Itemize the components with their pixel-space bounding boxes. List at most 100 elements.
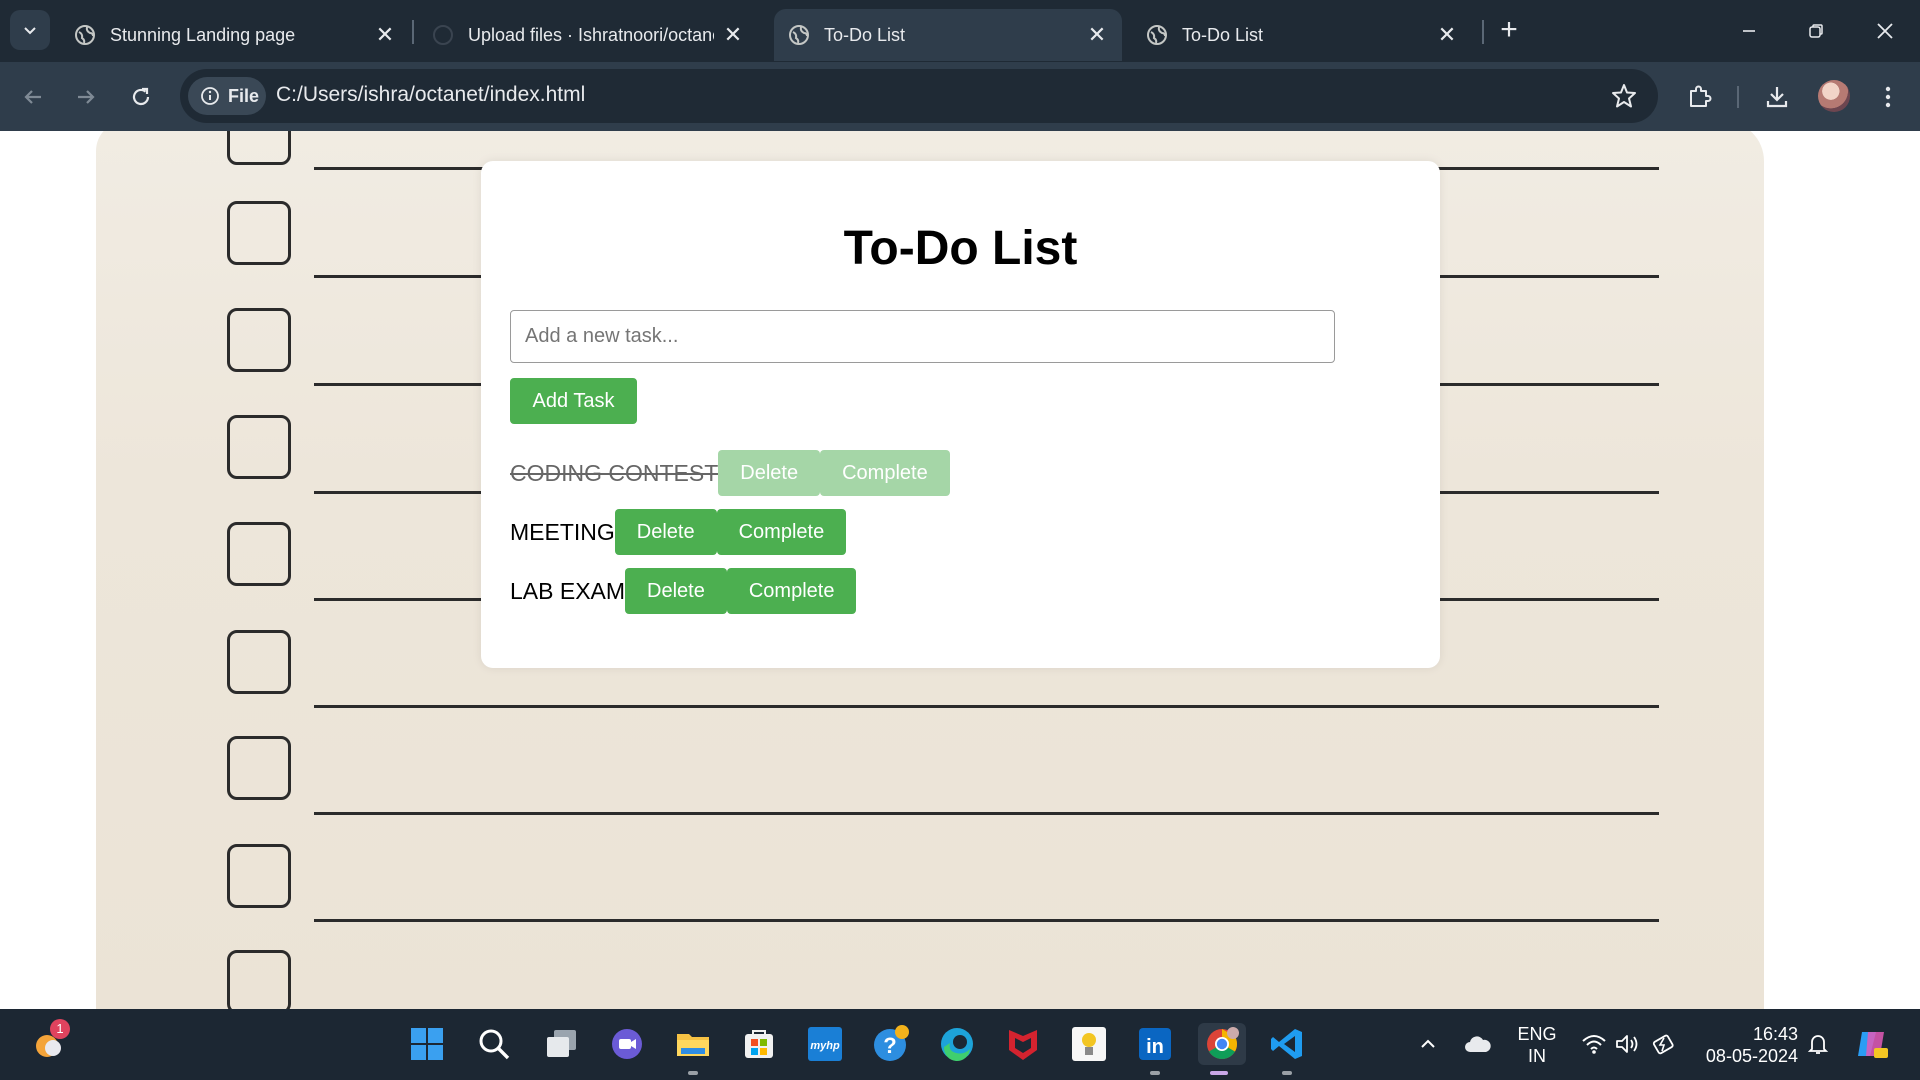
browser-toolbar: File C:/Users/ishra/octanet/index.html [0, 62, 1920, 131]
background-checkbox [227, 201, 291, 265]
notification-bell-icon [1807, 1035, 1829, 1054]
restore-icon [1809, 24, 1823, 38]
task-label: MEETING [510, 518, 615, 545]
tab-todo[interactable]: To-Do List ✕ [1132, 9, 1472, 61]
background-line [314, 705, 1659, 708]
globe-icon [789, 25, 809, 45]
task-item: CODING CONTEST Delete Complete [510, 450, 950, 496]
tab-todo-active[interactable]: To-Do List ✕ [774, 9, 1122, 61]
delete-task-button[interactable]: Delete [718, 450, 821, 496]
background-checkbox [227, 131, 291, 165]
close-tab-icon[interactable]: ✕ [722, 22, 744, 47]
extensions-button[interactable] [1681, 79, 1717, 115]
edge-icon [941, 1028, 973, 1062]
delete-task-button[interactable]: Delete [625, 568, 727, 614]
myhp-button[interactable]: myhp [804, 1023, 846, 1065]
url-text[interactable]: C:/Users/ishra/octanet/index.html [276, 83, 585, 107]
complete-task-button[interactable]: Complete [820, 450, 950, 496]
file-explorer-button[interactable] [672, 1023, 714, 1075]
menu-button[interactable] [1870, 79, 1906, 115]
forward-arrow-icon [78, 90, 95, 104]
site-info-chip[interactable]: File [188, 77, 266, 115]
profile-avatar[interactable] [1818, 80, 1850, 112]
wifi-icon [1582, 1035, 1606, 1054]
puzzle-icon [1690, 85, 1712, 107]
new-tab-button[interactable]: + [1492, 14, 1526, 48]
notifications-button[interactable] [1800, 1023, 1836, 1065]
globe-icon [1147, 25, 1167, 45]
mcafee-shield-icon [1009, 1030, 1037, 1060]
get-help-button[interactable]: ? [870, 1023, 912, 1065]
speaker-icon [1616, 1035, 1638, 1053]
task-view-icon [547, 1030, 576, 1057]
onedrive-button[interactable] [1458, 1023, 1498, 1065]
copilot-button[interactable] [1852, 1023, 1892, 1065]
language-indicator[interactable]: ENG IN [1512, 1023, 1562, 1067]
start-button[interactable] [406, 1023, 448, 1065]
background-line [314, 812, 1659, 815]
add-task-button[interactable]: Add Task [510, 378, 637, 424]
chrome-icon [1207, 1027, 1239, 1060]
cloud-icon [1465, 1036, 1491, 1052]
new-task-input[interactable] [510, 310, 1335, 363]
back-arrow-icon [24, 90, 41, 104]
search-button[interactable] [473, 1023, 515, 1065]
site-chip-label: File [228, 85, 260, 106]
notification-badge: 1 [50, 1019, 70, 1039]
svg-text:in: in [1146, 1036, 1164, 1058]
forward-button[interactable] [68, 79, 104, 115]
close-tab-icon[interactable]: ✕ [374, 22, 396, 47]
downloads-button[interactable] [1759, 79, 1795, 115]
chrome-button[interactable] [1198, 1023, 1246, 1075]
download-icon [1766, 87, 1788, 108]
clock[interactable]: 16:43 08-05-2024 [1694, 1023, 1798, 1067]
background-checkbox [227, 844, 291, 908]
address-bar[interactable]: File C:/Users/ishra/octanet/index.html [180, 69, 1658, 123]
close-window-button[interactable] [1868, 14, 1902, 48]
tab-stunning-landing[interactable]: Stunning Landing page ✕ [60, 9, 410, 61]
close-tab-icon[interactable]: ✕ [1436, 22, 1458, 47]
clock-time: 16:43 [1752, 1024, 1798, 1044]
mcafee-button[interactable] [1002, 1023, 1044, 1065]
windows-logo-icon [411, 1028, 443, 1060]
app-button[interactable] [1068, 1023, 1110, 1065]
restore-button[interactable] [1799, 14, 1833, 48]
back-button[interactable] [15, 79, 51, 115]
info-icon [201, 87, 219, 105]
complete-task-button[interactable]: Complete [726, 568, 857, 614]
delete-task-button[interactable]: Delete [614, 509, 717, 555]
task-view-button[interactable] [540, 1023, 582, 1065]
vscode-button[interactable] [1266, 1023, 1308, 1075]
chevron-up-icon [1421, 1039, 1435, 1048]
teams-chat-button[interactable] [606, 1023, 648, 1065]
tab-separator [1482, 20, 1484, 44]
globe-icon [75, 25, 95, 45]
reload-button[interactable] [123, 79, 159, 115]
wifi-status[interactable] [1576, 1023, 1612, 1065]
linkedin-button[interactable]: in [1134, 1023, 1176, 1075]
edge-button[interactable] [936, 1023, 978, 1065]
store-icon [745, 1030, 773, 1058]
bookmark-star-icon[interactable] [1610, 82, 1638, 110]
microsoft-store-button[interactable] [738, 1023, 780, 1065]
windows-taskbar: 1 myhp ? in ENG IN 16:43 08-05-2024 [0, 1009, 1920, 1080]
minimize-button[interactable] [1732, 14, 1766, 48]
battery-status[interactable] [1646, 1023, 1682, 1065]
todo-card: To-Do List Add Task CODING CONTEST Delet… [481, 161, 1440, 668]
task-label: CODING CONTEST [510, 459, 719, 486]
chevron-down-icon [24, 27, 36, 35]
tips-lightbulb-icon [1072, 1027, 1106, 1061]
github-icon [433, 25, 453, 45]
volume-status[interactable] [1610, 1023, 1646, 1065]
close-tab-icon[interactable]: ✕ [1086, 22, 1108, 47]
minimize-icon [1743, 30, 1755, 32]
myhp-icon: myhp [808, 1027, 842, 1061]
background-checkbox [227, 308, 291, 372]
kebab-menu-icon [1885, 86, 1891, 108]
tab-upload-files[interactable]: Upload files · Ishratnoori/octanet ✕ [418, 9, 758, 61]
task-item: LAB EXAM Delete Complete [510, 568, 857, 614]
tab-search-button[interactable] [10, 10, 50, 50]
show-hidden-icons-button[interactable] [1410, 1023, 1446, 1065]
complete-task-button[interactable]: Complete [716, 509, 847, 555]
weather-widget[interactable]: 1 [28, 1019, 70, 1065]
